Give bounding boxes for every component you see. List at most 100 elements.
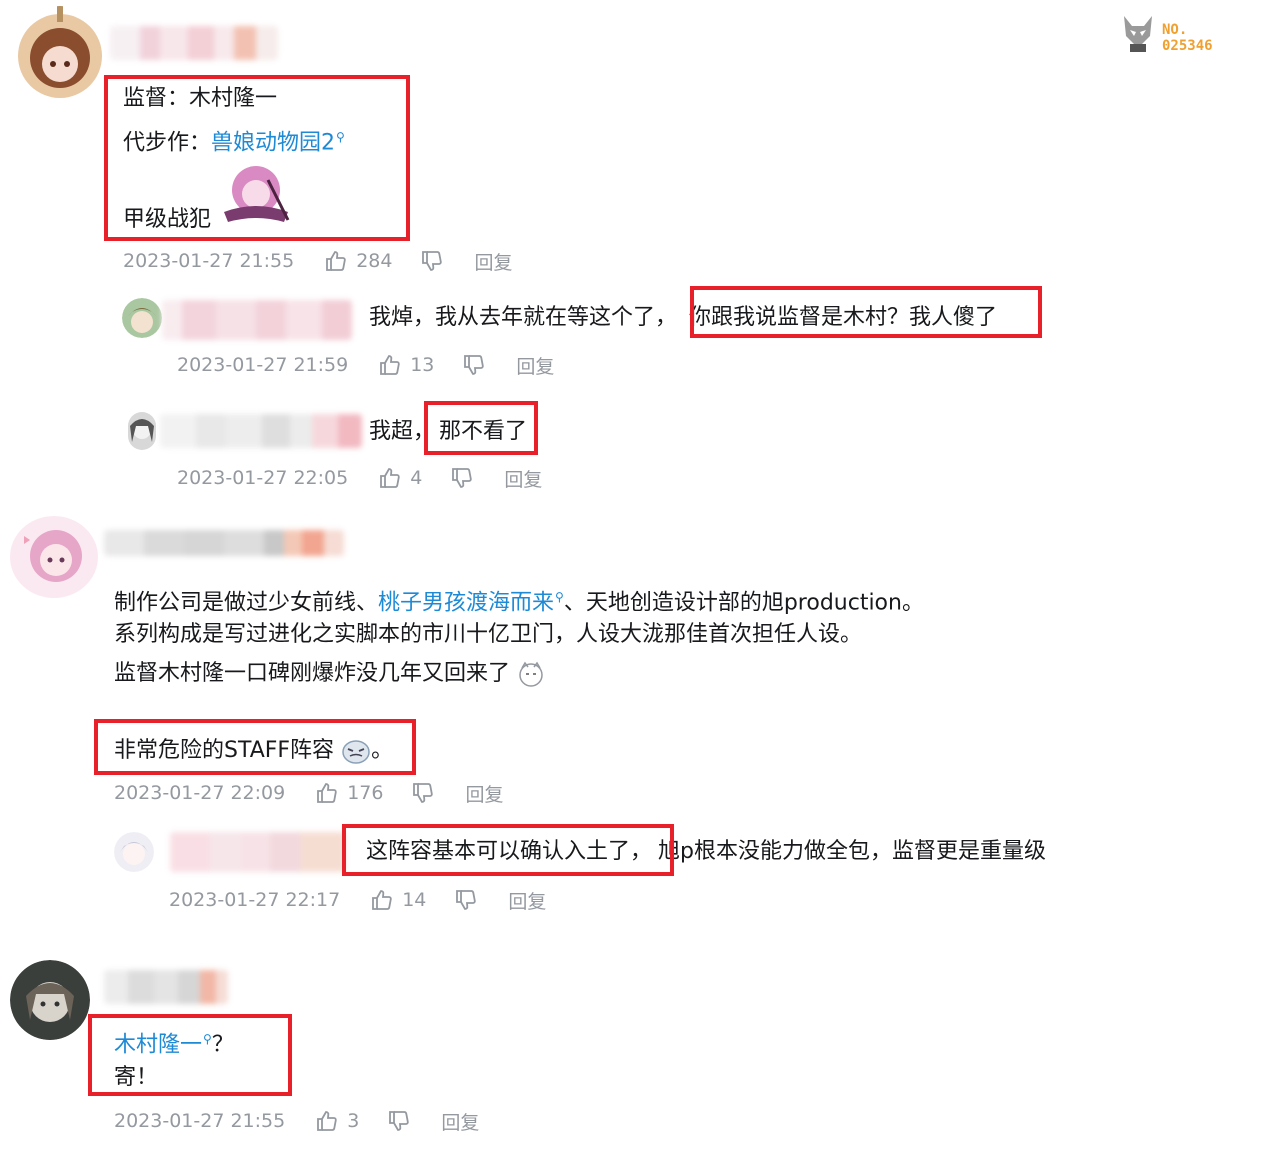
reply-button[interactable]: 回复 [441, 1108, 479, 1135]
search-icon[interactable]: ⚲ [336, 130, 345, 144]
like-button[interactable]: 176 [315, 781, 383, 805]
thumbs-up-icon [380, 468, 400, 488]
comment-line: 监督：木村隆一 [123, 84, 277, 114]
thumbs-up-icon [317, 1111, 337, 1131]
comment-line: 系列构成是写过进化之实脚本的市川十亿卫门，人设大泷那佳首次担任人设。 [114, 622, 863, 647]
dislike-button[interactable] [387, 1109, 411, 1133]
like-count: 14 [402, 889, 427, 911]
thumbs-down-icon [413, 783, 434, 803]
label: 代步作： [123, 130, 212, 156]
text-segment: 。 [371, 738, 394, 763]
reply-text-highlight: 那不看了 [439, 419, 528, 444]
badge-number: 025346 [1162, 38, 1213, 54]
dislike-button[interactable] [450, 466, 474, 490]
comment-meta: 2023-01-27 22:09 176 回复 [114, 779, 504, 807]
comment-meta: 2023-01-27 21:55 284 回复 [123, 247, 513, 275]
like-button[interactable]: 13 [378, 353, 434, 377]
timestamp: 2023-01-27 22:17 [169, 889, 341, 911]
dislike-button[interactable] [411, 781, 435, 805]
thumbs-down-icon [422, 251, 443, 271]
thumbs-down-icon [456, 890, 477, 910]
user-badge: NO. 025346 [1120, 12, 1230, 60]
comment-meta: 2023-01-27 21:55 3 回复 [114, 1107, 479, 1135]
timestamp: 2023-01-27 22:05 [177, 467, 349, 489]
thumbs-down-icon [452, 468, 473, 488]
avatar[interactable] [16, 6, 104, 104]
dislike-button[interactable] [420, 249, 444, 273]
search-icon[interactable]: ⚲ [555, 590, 564, 604]
reply-text-plain: 我超， [369, 419, 436, 444]
timestamp: 2023-01-27 21:55 [114, 1110, 286, 1132]
thumbs-down-icon [464, 355, 485, 375]
search-link[interactable]: 兽娘动物园2 [211, 130, 335, 155]
comment-meta: 2023-01-27 21:59 13 回复 [177, 351, 554, 379]
wolf-badge-icon [1124, 16, 1152, 52]
director-name: 木村隆一 [189, 86, 278, 111]
like-button[interactable]: 4 [378, 466, 422, 490]
comment-line: 监督木村隆一口碑刚爆炸没几年又回来了 [114, 659, 545, 689]
text-segment: 非常危险的STAFF阵容 [114, 738, 335, 763]
comment-line: 代步作：兽娘动物园2⚲ [123, 122, 345, 158]
avatar[interactable] [122, 298, 162, 338]
label: 监督： [123, 86, 190, 111]
username-blurred[interactable] [170, 832, 345, 872]
like-count: 3 [347, 1110, 360, 1132]
timestamp: 2023-01-27 21:55 [123, 250, 295, 272]
reply-button[interactable]: 回复 [508, 887, 546, 914]
text-segment: 制作公司是做过少女前线、 [114, 590, 379, 616]
reply-button[interactable]: 回复 [504, 465, 542, 492]
reply-text-highlight: 你跟我说监督是木村？我人傻了 [689, 305, 998, 330]
avatar[interactable] [128, 412, 156, 450]
reply-text-plain: 我焯，我从去年就在等这个了， [369, 305, 678, 330]
like-count: 284 [356, 250, 393, 272]
reply-text: 我超， 那不看了 [369, 417, 527, 447]
search-link[interactable]: 木村隆一 [114, 1032, 202, 1057]
avatar[interactable] [10, 516, 98, 598]
avatar[interactable] [114, 832, 154, 872]
username-blurred[interactable] [110, 26, 278, 60]
thumbs-down-icon [389, 1111, 410, 1131]
emoji-icon [519, 661, 543, 687]
sticker-emote [218, 160, 294, 230]
badge-no: NO. [1162, 22, 1188, 38]
dislike-button[interactable] [454, 888, 478, 912]
reply-text: 我焯，我从去年就在等这个了， 你跟我说监督是木村？我人傻了 [369, 303, 997, 333]
username-blurred[interactable] [104, 970, 228, 1004]
comment-line: 制作公司是做过少女前线、桃子男孩渡海而来⚲、天地创造设计部的旭productio… [114, 582, 924, 618]
text-segment: ？ [211, 1032, 234, 1058]
comment-meta: 2023-01-27 22:05 4 回复 [177, 464, 542, 492]
comment-line: 甲级战犯 [123, 207, 212, 232]
emoji-icon [342, 740, 370, 764]
search-icon[interactable]: ⚲ [203, 1032, 212, 1046]
text-segment: 监督木村隆一口碑刚爆炸没几年又回来了 [114, 661, 511, 686]
like-button[interactable]: 284 [324, 249, 392, 273]
reply-button[interactable]: 回复 [474, 248, 512, 275]
like-count: 13 [410, 354, 435, 376]
like-button[interactable]: 14 [370, 888, 426, 912]
thumbs-up-icon [326, 251, 346, 271]
timestamp: 2023-01-27 21:59 [177, 354, 349, 376]
dislike-button[interactable] [462, 353, 486, 377]
like-count: 176 [347, 782, 384, 804]
thumbs-up-icon [372, 890, 392, 910]
thumbs-up-icon [317, 783, 337, 803]
comment-line: 寄！ [114, 1065, 159, 1090]
search-link[interactable]: 桃子男孩渡海而来 [378, 590, 554, 615]
username-blurred[interactable] [162, 300, 352, 340]
reply-text-plain: 旭p根本没能力做全包，监督更是重量级 [658, 839, 1046, 864]
username-blurred[interactable] [104, 530, 344, 556]
reply-button[interactable]: 回复 [516, 352, 554, 379]
comment-meta: 2023-01-27 22:17 14 回复 [169, 886, 546, 914]
like-button[interactable]: 3 [315, 1109, 359, 1133]
reply-button[interactable]: 回复 [465, 780, 503, 807]
timestamp: 2023-01-27 22:09 [114, 782, 286, 804]
text-segment: 、天地创造设计部的旭production。 [563, 590, 924, 616]
thumbs-up-icon [380, 355, 400, 375]
comment-line: 非常危险的STAFF阵容 。 [114, 736, 393, 766]
comment-line: 木村隆一⚲？ [114, 1024, 234, 1060]
reply-text-highlight: 这阵容基本可以确认入土了， [366, 839, 653, 864]
username-blurred[interactable] [160, 414, 362, 448]
like-count: 4 [410, 467, 423, 489]
avatar[interactable] [10, 960, 90, 1040]
reply-text: 这阵容基本可以确认入土了， 旭p根本没能力做全包，监督更是重量级 [366, 837, 1046, 867]
